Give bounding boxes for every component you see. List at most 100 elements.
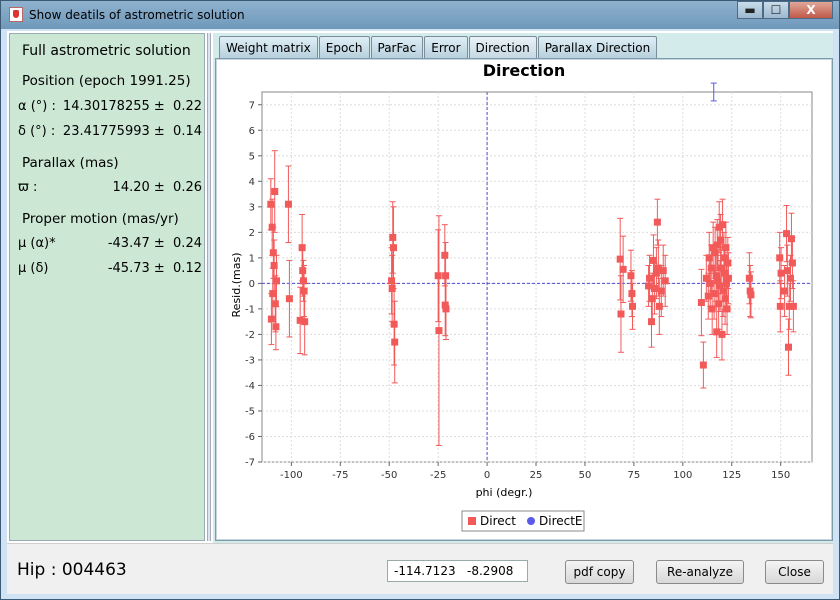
pm-alpha-value: -43.47 ± 0.24: [107, 236, 202, 251]
y-tick-label: 0: [249, 279, 255, 290]
chart-title: Direction: [483, 61, 566, 80]
data-point-direct: [747, 291, 755, 299]
title-bar[interactable]: Show deatils of astrometric solution ▬ ☐…: [1, 1, 839, 29]
x-tick-label: -75: [332, 470, 348, 481]
reanalyze-button[interactable]: Re-analyze: [656, 560, 744, 584]
split-pane-divider[interactable]: [207, 33, 211, 541]
data-point-direct: [715, 300, 723, 308]
close-button[interactable]: Close: [765, 560, 824, 584]
data-point-direct: [299, 277, 307, 285]
data-point-direct: [267, 200, 275, 208]
delta-value: 23.41775993 ± 0.14: [62, 124, 202, 139]
data-point-direct: [389, 233, 397, 241]
x-tick-label: -25: [430, 470, 446, 481]
y-tick-label: 6: [249, 126, 255, 137]
data-point-direct: [776, 302, 784, 310]
data-point-direct: [789, 302, 797, 310]
delta-label: δ (°) :: [18, 124, 56, 139]
minimize-button[interactable]: ▬: [737, 1, 763, 19]
y-tick-label: 3: [249, 202, 255, 213]
tab-strip: Weight matrix Epoch ParFac Error Directi…: [219, 36, 658, 60]
plot-panel: Weight matrix Epoch ParFac Error Directi…: [213, 33, 833, 543]
y-tick-label: -2: [245, 330, 255, 341]
data-point-direct: [787, 235, 795, 243]
solution-panel: Full astrometric solution Position (epoc…: [9, 33, 205, 541]
app-window: Show deatils of astrometric solution ▬ ☐…: [0, 0, 840, 600]
data-point-direct: [724, 274, 732, 282]
window-close-button[interactable]: X: [789, 1, 833, 19]
maximize-button[interactable]: ☐: [763, 1, 789, 19]
pdf-copy-button[interactable]: pdf copy: [565, 560, 634, 584]
parallax-value: 14.20 ± 0.26: [112, 180, 202, 195]
x-tick-label: 50: [579, 470, 592, 481]
x-tick-label: -100: [280, 470, 303, 481]
data-point-direct: [441, 251, 449, 259]
parallax-header: Parallax (mas): [22, 155, 119, 171]
chart-area[interactable]: Direction phi (degr.) Resid.(mas) -100 -7…: [217, 60, 831, 539]
tab-error[interactable]: Error: [424, 36, 468, 58]
chart-legend: Direct DirectE: [461, 510, 585, 532]
data-point-direct: [272, 277, 280, 285]
tab-epoch[interactable]: Epoch: [318, 36, 370, 58]
legend-direct-label: Direct: [480, 514, 516, 528]
data-point-direct: [627, 272, 635, 280]
data-point-direct: [619, 265, 627, 273]
x-tick-label: 25: [530, 470, 543, 481]
direction-chart[interactable]: Direction phi (degr.) Resid.(mas) -100 -7…: [217, 60, 831, 539]
window-controls: ▬ ☐ X: [737, 1, 833, 21]
solution-title: Full astrometric solution: [22, 43, 191, 59]
y-axis-label: Resid.(mas): [230, 253, 243, 318]
hip-label: Hip : 004463: [17, 560, 127, 580]
data-point-direct: [435, 327, 443, 335]
bottom-bar: Hip : 004463 -114.7123 -8.2908 pdf copy …: [7, 543, 833, 594]
tab-weight-matrix[interactable]: Weight matrix: [219, 36, 318, 58]
data-point-direct: [390, 244, 398, 252]
data-point-direct: [442, 305, 450, 313]
data-point-direct: [434, 272, 442, 280]
y-tick-label: 2: [249, 228, 255, 239]
data-point-direct: [776, 254, 784, 262]
data-point-direct: [628, 290, 636, 298]
alpha-value: 14.30178255 ± 0.22: [62, 99, 202, 114]
legend-directe-swatch: [527, 517, 535, 525]
alpha-label: α (°) :: [18, 99, 56, 114]
data-point-direct: [617, 310, 625, 318]
tab-parallax-direction[interactable]: Parallax Direction: [537, 36, 658, 58]
data-point-direct: [697, 299, 705, 307]
pm-alpha-label: μ (α)*: [18, 236, 56, 251]
window-title: Show deatils of astrometric solution: [29, 8, 245, 22]
y-tick-label: -4: [245, 381, 255, 392]
tab-direction[interactable]: Direction: [468, 36, 537, 58]
y-tick-label: -3: [245, 355, 255, 366]
data-point-direct: [724, 259, 732, 267]
cursor-coordinate-field[interactable]: -114.7123 -8.2908: [387, 560, 528, 582]
data-point-direct: [699, 361, 707, 369]
data-point-direct: [723, 305, 731, 313]
data-point-direct: [284, 200, 292, 208]
x-tick-label: 0: [484, 470, 490, 481]
tab-parfac[interactable]: ParFac: [370, 36, 424, 58]
data-point-direct: [629, 302, 637, 310]
x-tick-label: 125: [722, 470, 741, 481]
legend-directe-label: DirectE: [539, 514, 583, 528]
y-tick-label: -1: [245, 304, 255, 315]
client-area: Full astrometric solution Position (epoc…: [7, 31, 833, 594]
y-tick-label: 1: [249, 253, 255, 264]
data-point-direct: [299, 267, 307, 275]
y-tick-label: -5: [245, 406, 255, 417]
y-tick-label: 4: [249, 177, 255, 188]
proper-motion-header: Proper motion (mas/yr): [22, 211, 179, 227]
data-point-direct: [271, 188, 279, 196]
legend-direct-swatch: [468, 517, 476, 525]
x-tick-label: -50: [381, 470, 397, 481]
data-point-direct: [661, 277, 669, 285]
data-point-direct: [788, 259, 796, 267]
pm-delta-value: -45.73 ± 0.12: [107, 261, 202, 276]
data-point-direct: [390, 320, 398, 328]
tab-content: Direction phi (degr.) Resid.(mas) -100 -7…: [215, 58, 833, 541]
x-axis-label: phi (degr.): [476, 486, 533, 499]
y-tick-label: 5: [249, 151, 255, 162]
x-tick-label: 150: [771, 470, 790, 481]
java-app-icon: [9, 7, 23, 22]
data-point-direct: [785, 343, 793, 351]
